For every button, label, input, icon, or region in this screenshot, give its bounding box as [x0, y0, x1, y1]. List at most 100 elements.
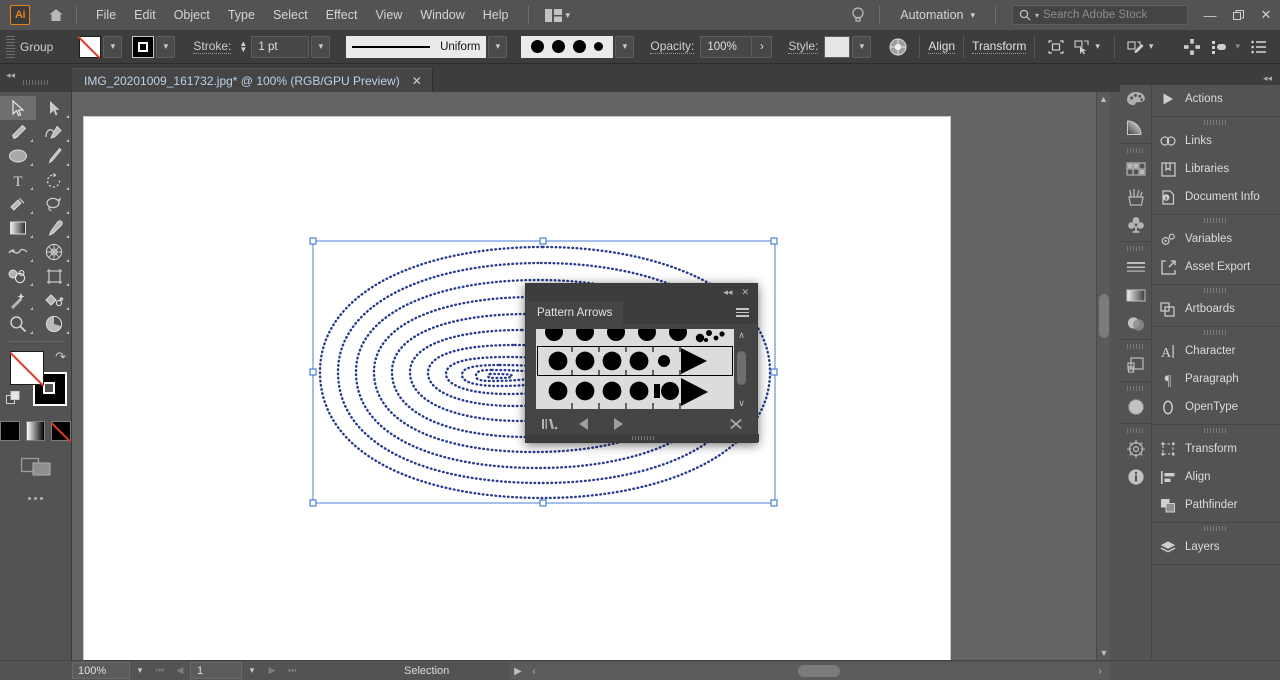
pattern-brush-row-3[interactable]	[536, 377, 734, 409]
automation-dropdown[interactable]: Automation ▾	[890, 8, 985, 22]
style-label[interactable]: Style:	[788, 39, 818, 54]
next-artboard-icon[interactable]: ▶	[262, 662, 282, 680]
pattern-brush-row-1[interactable]	[536, 329, 734, 345]
brush-definition-dropdown[interactable]: ▾	[615, 36, 634, 58]
chevron-down-icon-2[interactable]: ▾	[1149, 41, 1160, 52]
opacity-options-arrow[interactable]: ›	[752, 36, 772, 58]
rail-grip-1[interactable]	[1120, 146, 1151, 155]
panel-menu-icon[interactable]	[736, 301, 757, 324]
close-icon[interactable]: ✕	[412, 74, 422, 88]
previous-brush-icon[interactable]	[574, 415, 594, 433]
dock-item-document-info[interactable]: Document Info	[1152, 183, 1280, 211]
distribute-spacing-icon[interactable]	[1207, 35, 1233, 59]
pen-tool[interactable]	[0, 120, 36, 144]
transparency-icon[interactable]	[1120, 309, 1151, 337]
dock-item-align[interactable]: Align	[1152, 463, 1280, 491]
color-palette-icon[interactable]	[1120, 85, 1151, 113]
stroke-label[interactable]: Stroke:	[193, 39, 231, 54]
change-screen-mode-icon[interactable]	[0, 455, 71, 477]
dock-item-actions[interactable]: Actions	[1152, 85, 1280, 113]
dock-item-character[interactable]: A Character	[1152, 337, 1280, 365]
eyedropper-tool[interactable]	[36, 216, 72, 240]
canvas-vertical-scrollbar[interactable]: ▲ ▼	[1096, 92, 1110, 660]
graph-tool[interactable]	[36, 312, 72, 336]
brushes-icon[interactable]	[1120, 183, 1151, 211]
minimize-button[interactable]: —	[1196, 0, 1224, 30]
dock-item-paragraph[interactable]: ¶ Paragraph	[1152, 365, 1280, 393]
menu-type[interactable]: Type	[219, 4, 264, 26]
vertical-scroll-thumb[interactable]	[1099, 294, 1109, 338]
toolbar-collapse-control[interactable]: ◂◂	[0, 64, 72, 92]
select-similar-icon[interactable]	[1069, 35, 1095, 59]
brush-definition-preview[interactable]	[521, 36, 613, 58]
rail-grip-3[interactable]	[1120, 342, 1151, 351]
options-list-icon[interactable]	[1246, 35, 1272, 59]
opacity-label[interactable]: Opacity:	[650, 39, 694, 54]
panel-resize-grip[interactable]	[526, 434, 759, 442]
stroke-weight-stepper[interactable]: ▲▼	[237, 41, 249, 53]
panel-collapse-icon[interactable]: ◂◂	[723, 287, 732, 298]
direct-selection-tool[interactable]	[36, 96, 72, 120]
chevron-down-icon[interactable]: ▾	[1095, 41, 1106, 52]
menu-edit[interactable]: Edit	[125, 4, 165, 26]
dock-item-variables[interactable]: Variables	[1152, 225, 1280, 253]
stroke-color-swatch[interactable]	[132, 36, 154, 58]
edit-toolbar-icon[interactable]	[1123, 35, 1149, 59]
stroke-dropdown[interactable]: ▾	[156, 36, 175, 58]
menu-object[interactable]: Object	[165, 4, 219, 26]
perspective-grid-tool[interactable]	[36, 240, 72, 264]
dock-item-asset-export[interactable]: Asset Export	[1152, 253, 1280, 281]
opacity-field[interactable]: 100%	[700, 36, 752, 58]
transform-button[interactable]: Transform	[972, 39, 1026, 54]
symbols-icon[interactable]	[1120, 211, 1151, 239]
dock-item-artboards[interactable]: Artboards	[1152, 295, 1280, 323]
stroke-weight-dropdown[interactable]: ▾	[311, 36, 330, 58]
last-artboard-icon[interactable]: ⏭	[282, 662, 302, 680]
fill-dropdown[interactable]: ▾	[103, 36, 122, 58]
search-input[interactable]	[1043, 9, 1171, 21]
gradient-mode-button[interactable]	[26, 421, 46, 441]
graphic-style-dropdown[interactable]: ▾	[852, 36, 871, 58]
next-brush-icon[interactable]	[608, 415, 628, 433]
paintbrush-tool[interactable]	[36, 144, 72, 168]
blend-tool[interactable]	[0, 264, 36, 288]
stroke-profile-dropdown[interactable]: ▾	[488, 36, 507, 58]
dock-grip-4[interactable]	[1152, 285, 1280, 295]
menu-effect[interactable]: Effect	[317, 4, 367, 26]
info-icon[interactable]	[1120, 463, 1151, 491]
selection-tool[interactable]	[0, 96, 36, 120]
menu-window[interactable]: Window	[411, 4, 473, 26]
scroll-right-arrow-icon[interactable]: ›	[1092, 666, 1108, 677]
panel-scroll-thumb[interactable]	[737, 351, 746, 385]
horizontal-scroll-thumb[interactable]	[798, 665, 840, 677]
align-button[interactable]: Align	[928, 39, 955, 54]
type-tool[interactable]: T	[0, 168, 36, 192]
pattern-arrows-panel[interactable]: ◂◂ ✕ Pattern Arrows	[525, 283, 758, 443]
lightbulb-icon[interactable]	[847, 4, 869, 26]
swatches-icon[interactable]	[1120, 155, 1151, 183]
width-tool[interactable]	[0, 240, 36, 264]
dock-grip-2[interactable]	[1152, 117, 1280, 127]
status-menu-arrow-icon[interactable]: ▶	[510, 666, 526, 677]
scroll-up-arrow-icon[interactable]: ▲	[1097, 92, 1110, 106]
dock-item-pathfinder[interactable]: Pathfinder	[1152, 491, 1280, 519]
menu-select[interactable]: Select	[264, 4, 317, 26]
stroke-profile-preview[interactable]: Uniform	[346, 36, 486, 58]
brush-swatch-list[interactable]	[536, 329, 734, 409]
graphic-style-swatch[interactable]	[824, 36, 850, 58]
brush-list-container[interactable]: ∧ ∨	[536, 329, 749, 424]
more-tools-icon[interactable]	[0, 497, 71, 500]
home-icon[interactable]	[46, 5, 66, 25]
color-mode-button[interactable]	[0, 421, 20, 441]
gradient-icon[interactable]	[1120, 113, 1151, 141]
dock-item-transform[interactable]: Transform	[1152, 435, 1280, 463]
magic-wand-tool[interactable]	[0, 288, 36, 312]
libraries-menu-icon[interactable]	[540, 415, 560, 433]
panel-close-icon[interactable]: ✕	[741, 287, 749, 298]
stroke-lines-icon[interactable]	[1120, 253, 1151, 281]
dock-grip-7[interactable]	[1152, 523, 1280, 533]
panel-scroll-down-icon[interactable]: ∨	[738, 397, 745, 409]
arrange-documents-icon[interactable]: ▾	[539, 9, 577, 22]
scroll-left-arrow-icon[interactable]: ‹	[526, 666, 542, 677]
live-paint-bucket-tool[interactable]	[36, 288, 72, 312]
